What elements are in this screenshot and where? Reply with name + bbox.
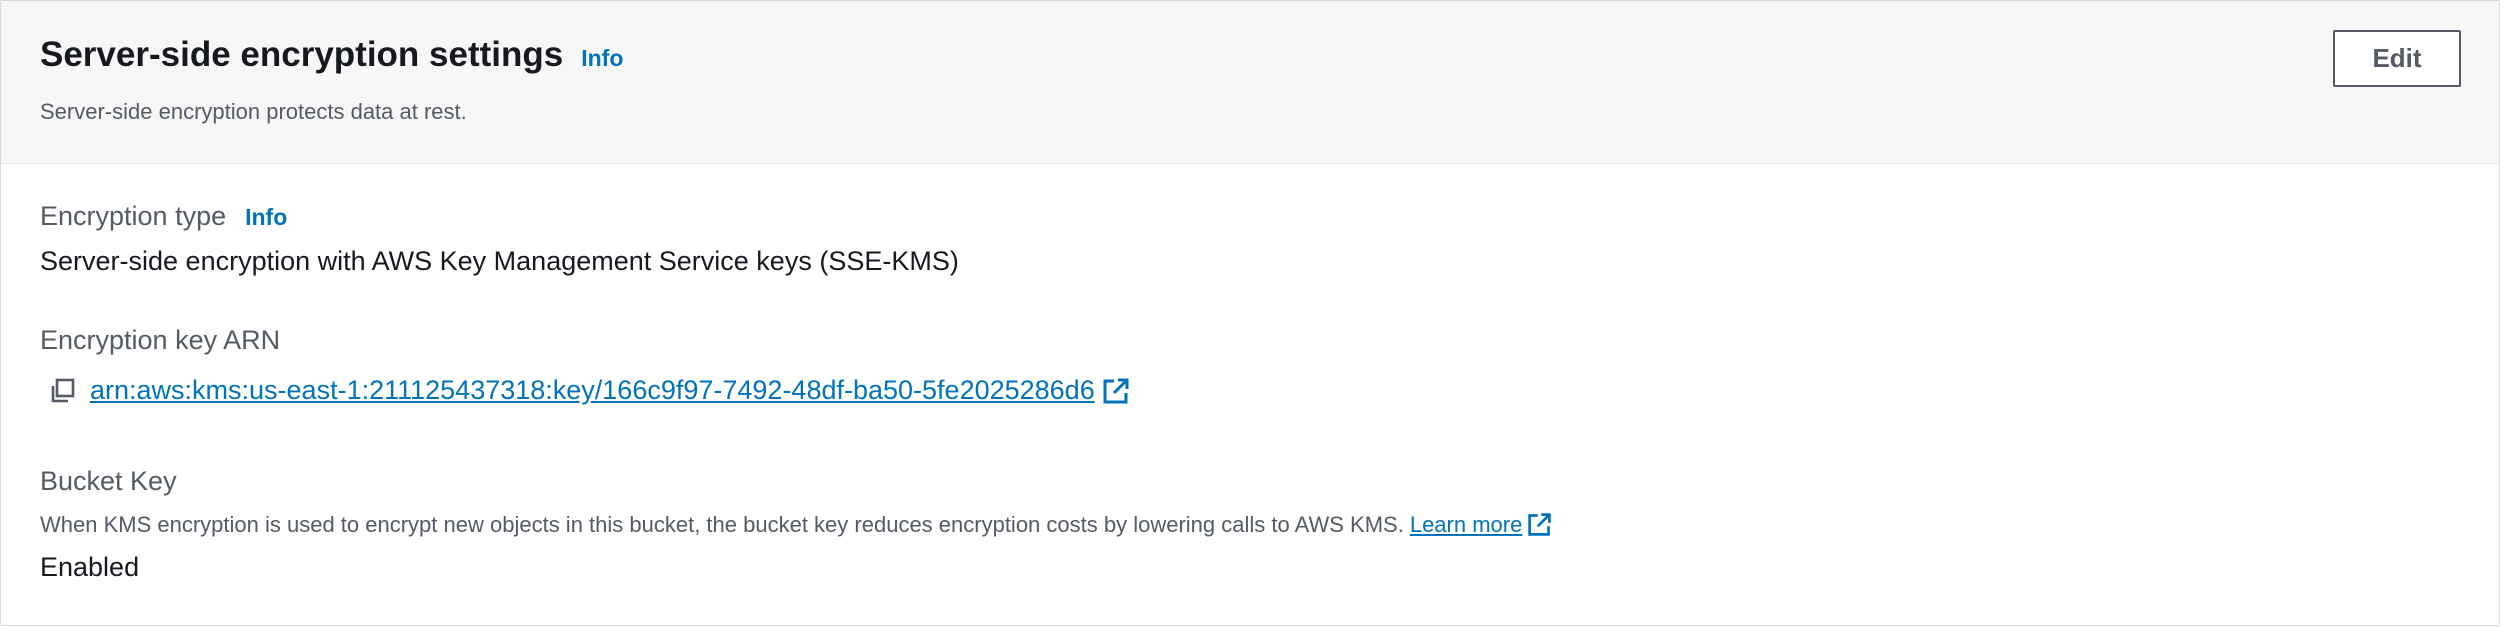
learn-more-link[interactable]: Learn more — [1410, 512, 1523, 538]
encryption-settings-panel: Server-side encryption settings Info Ser… — [0, 0, 2500, 626]
encryption-type-info-link[interactable]: Info — [245, 204, 287, 231]
panel-subtitle: Server-side encryption protects data at … — [40, 99, 467, 124]
encryption-key-label: Encryption key ARN — [40, 325, 281, 355]
encryption-key-label-row: Encryption key ARN — [40, 325, 280, 356]
bucket-key-label: Bucket Key — [40, 466, 177, 496]
bucket-key-description: When KMS encryption is used to encrypt n… — [40, 511, 1404, 537]
external-link-icon[interactable] — [1101, 376, 1131, 406]
learn-more-external-link-icon[interactable] — [1526, 511, 1553, 538]
arn-row: arn:aws:kms:us-east-1:211125437318:key/1… — [48, 375, 1131, 406]
edit-button[interactable]: Edit — [2333, 30, 2461, 87]
title-info-link[interactable]: Info — [581, 45, 623, 72]
panel-title: Server-side encryption settings — [40, 35, 564, 74]
copy-icon[interactable] — [48, 376, 78, 406]
encryption-type-label-row: Encryption type Info — [40, 201, 287, 232]
panel-header: Server-side encryption settings Info Ser… — [1, 1, 2499, 164]
panel-title-row: Server-side encryption settings Info — [40, 35, 623, 75]
bucket-key-value: Enabled — [40, 552, 140, 582]
bucket-key-description-row: When KMS encryption is used to encrypt n… — [40, 511, 1553, 538]
encryption-type-value: Server-side encryption with AWS Key Mana… — [40, 246, 959, 276]
encryption-key-arn-link[interactable]: arn:aws:kms:us-east-1:211125437318:key/1… — [90, 375, 1095, 406]
bucket-key-label-row: Bucket Key — [40, 466, 177, 497]
encryption-type-label: Encryption type — [40, 201, 227, 231]
